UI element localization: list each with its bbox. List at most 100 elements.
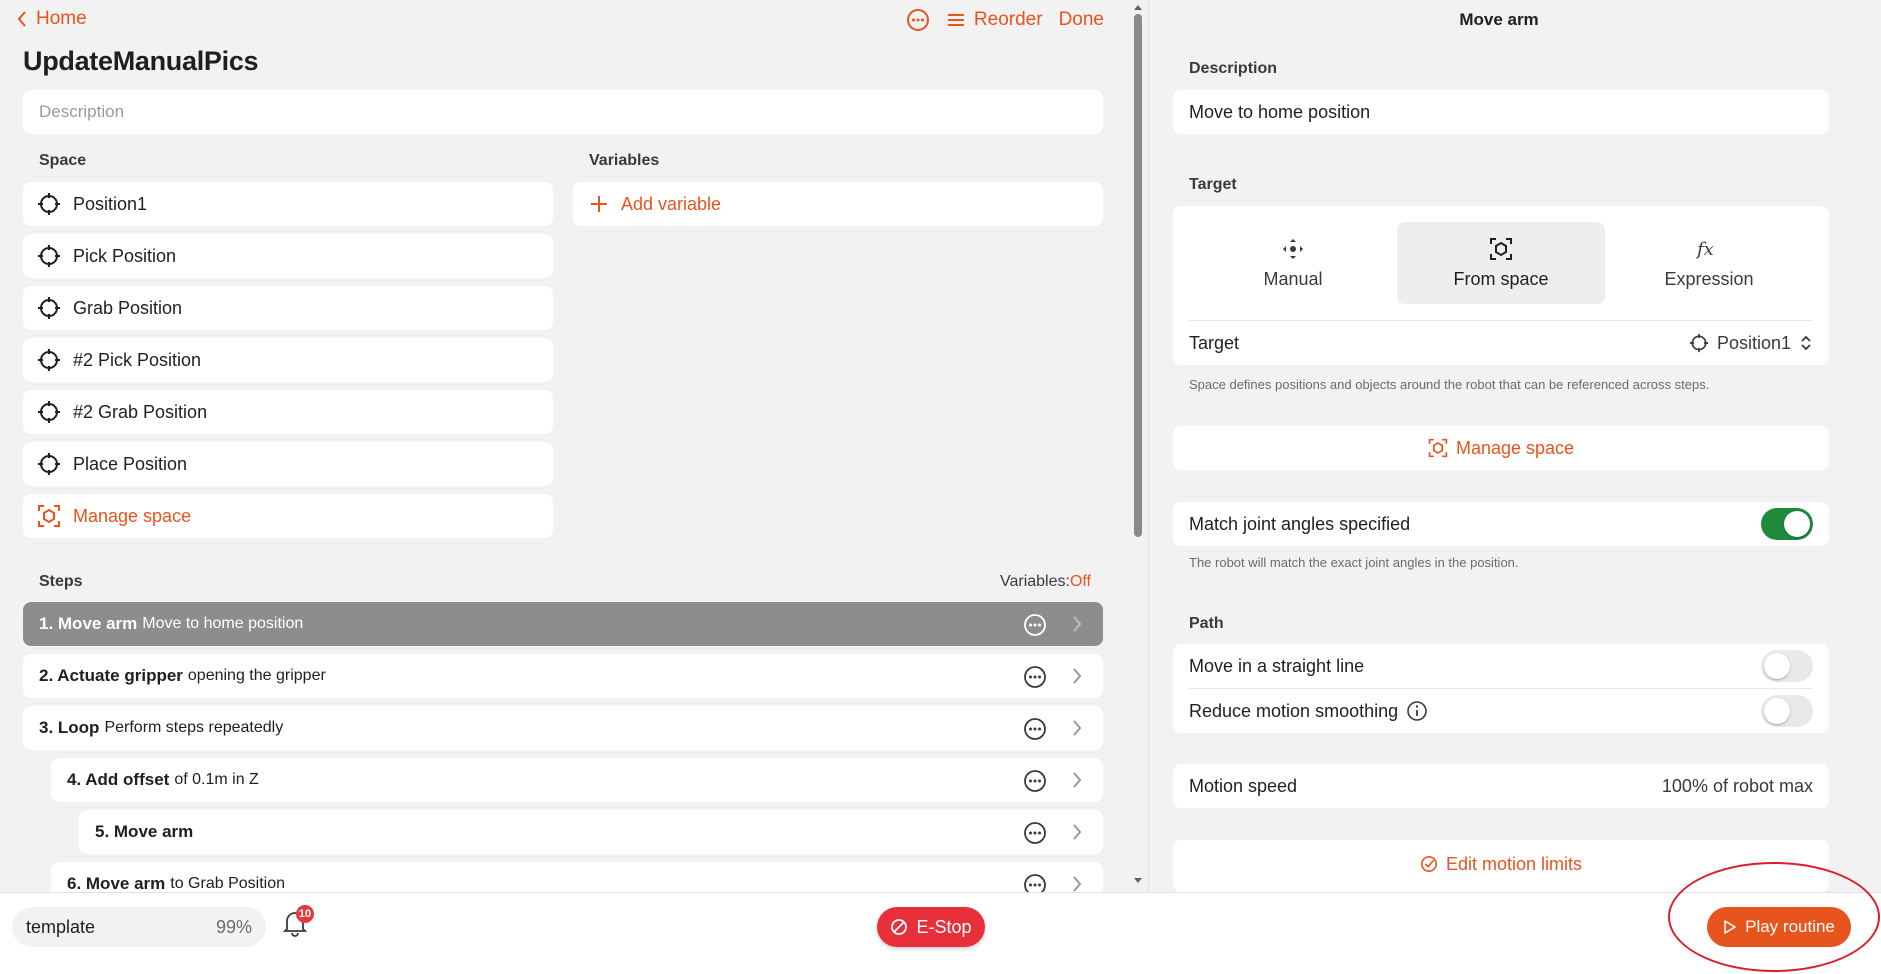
crosshair-icon: [38, 193, 60, 215]
target-card: Manual From space fx Expression Target P…: [1173, 206, 1829, 365]
step-row[interactable]: 2. Actuate gripper opening the gripper: [23, 654, 1103, 698]
straight-line-toggle[interactable]: [1761, 650, 1813, 682]
step-row[interactable]: 6. Move arm to Grab Position: [51, 862, 1103, 892]
template-selector[interactable]: template 99%: [12, 907, 266, 947]
space-item[interactable]: Pick Position: [23, 234, 553, 278]
crosshair-icon: [1689, 333, 1709, 353]
info-icon[interactable]: [1406, 700, 1428, 722]
notification-badge: 10: [296, 905, 314, 923]
more-options-icon[interactable]: [1023, 821, 1047, 845]
chevron-right-icon: [1073, 772, 1082, 788]
description-field[interactable]: Move to home position: [1173, 90, 1829, 134]
space-note: Space defines positions and objects arou…: [1189, 377, 1710, 392]
steps-section-label: Steps: [39, 573, 83, 590]
step-detail: opening the gripper: [187, 667, 326, 684]
done-label: Done: [1058, 9, 1104, 30]
tab-from-space[interactable]: From space: [1397, 222, 1605, 304]
done-button[interactable]: Done: [1059, 9, 1104, 31]
space-item[interactable]: #2 Grab Position: [23, 390, 553, 434]
detail-title: Move arm: [1459, 10, 1539, 29]
target-select-row[interactable]: Target Position1: [1173, 321, 1829, 365]
reduce-smoothing-toggle[interactable]: [1761, 695, 1813, 727]
more-options-icon[interactable]: [906, 8, 930, 32]
home-back-link[interactable]: Home: [16, 8, 87, 30]
chevron-right-icon: [1073, 616, 1082, 632]
manage-space-link[interactable]: Manage space: [1173, 426, 1829, 470]
space-item-label: Place Position: [73, 453, 188, 474]
tab-manual[interactable]: Manual: [1189, 222, 1397, 304]
home-label: Home: [36, 8, 87, 29]
step-title: 2. Actuate gripper: [39, 666, 183, 685]
target-row-label: Target: [1189, 332, 1240, 353]
more-options-icon[interactable]: [1023, 873, 1047, 892]
chevron-left-icon: [17, 11, 26, 27]
more-options-icon[interactable]: [1023, 717, 1047, 741]
toggle-knob: [1764, 653, 1790, 679]
match-joint-row: Match joint angles specified: [1173, 502, 1829, 546]
target-select[interactable]: Position1: [1689, 333, 1813, 354]
bottom-bar: template 99% 10 E-Stop Play routine: [0, 892, 1881, 974]
gauge-check-icon: [1420, 855, 1437, 873]
crosshair-icon: [38, 297, 60, 319]
path-section-label: Path: [1189, 615, 1224, 632]
more-options-icon[interactable]: [1023, 665, 1047, 689]
match-joint-label: Match joint angles specified: [1189, 513, 1411, 534]
target-value: Position1: [1716, 332, 1791, 353]
step-row[interactable]: 5. Move arm: [79, 810, 1103, 854]
path-card: Move in a straight line Reduce motion sm…: [1173, 644, 1829, 733]
left-scrollbar[interactable]: [1131, 0, 1145, 892]
space-item-label: Pick Position: [73, 245, 177, 266]
scroll-up-arrow-icon[interactable]: [1131, 2, 1145, 12]
variables-visibility-toggle[interactable]: Variables:Off: [1000, 573, 1091, 591]
motion-speed-card[interactable]: Motion speed 100% of robot max: [1173, 764, 1829, 808]
steps-list: 1. Move arm Move to home position 2. Actu…: [23, 602, 1103, 892]
step-detail: of 0.1m in Z: [174, 771, 259, 788]
step-row[interactable]: 4. Add offset of 0.1m in Z: [51, 758, 1103, 802]
crosshair-icon: [38, 245, 60, 267]
space-item[interactable]: Place Position: [23, 442, 553, 486]
space-item[interactable]: Grab Position: [23, 286, 553, 330]
match-joint-toggle[interactable]: [1761, 508, 1813, 540]
tab-expression[interactable]: fx Expression: [1605, 222, 1813, 304]
updown-chevron-icon: [1801, 335, 1811, 351]
space-item[interactable]: Position1: [23, 182, 553, 226]
variables-toggle-state: Off: [1069, 573, 1091, 590]
add-variable-button[interactable]: Add variable: [573, 182, 1103, 226]
stop-circle-icon: [891, 919, 908, 935]
space-list: Position1 Pick Position Grab Position #2…: [23, 182, 553, 546]
list-icon: [947, 14, 964, 26]
edit-motion-limits-link[interactable]: Edit motion limits: [1173, 842, 1829, 886]
scroll-down-arrow-icon[interactable]: [1131, 876, 1145, 886]
scroll-thumb[interactable]: [1134, 14, 1142, 537]
top-actions: Reorder Done: [906, 8, 1104, 32]
manage-space-button[interactable]: Manage space: [23, 494, 553, 538]
description-value: Move to home position: [1173, 90, 1829, 134]
play-routine-button[interactable]: Play routine: [1707, 907, 1851, 947]
plus-icon: [591, 196, 607, 212]
routine-description-input[interactable]: [23, 90, 1103, 134]
target-mode-tabs: Manual From space fx Expression: [1173, 206, 1829, 320]
step-title: 5. Move arm: [95, 822, 194, 841]
crosshair-icon: [38, 349, 60, 371]
step-title: 1. Move arm: [39, 614, 138, 633]
scan-cube-icon: [1490, 237, 1512, 260]
move-arrows-icon: [1283, 238, 1303, 259]
estop-button[interactable]: E-Stop: [877, 907, 985, 947]
step-row[interactable]: 1. Move arm Move to home position: [23, 602, 1103, 646]
routine-editor-panel: Home Reorder Done UpdateManualPics Space…: [0, 0, 1128, 892]
more-options-icon[interactable]: [1023, 613, 1047, 637]
manage-space-link-label: Manage space: [1455, 437, 1575, 458]
step-row[interactable]: 3. Loop Perform steps repeatedly: [23, 706, 1103, 750]
template-name: template: [26, 916, 96, 937]
function-fx-icon: fx: [1696, 239, 1714, 260]
motion-speed-label: Motion speed: [1189, 775, 1298, 796]
space-section-label: Space: [39, 152, 87, 169]
space-item[interactable]: #2 Pick Position: [23, 338, 553, 382]
edit-motion-limits-label: Edit motion limits: [1445, 853, 1583, 874]
scan-cube-icon: [38, 505, 60, 527]
reorder-button[interactable]: Reorder: [946, 9, 1043, 31]
reduce-smoothing-row: Reduce motion smoothing: [1173, 689, 1829, 733]
more-options-icon[interactable]: [1023, 769, 1047, 793]
chevron-right-icon: [1073, 824, 1082, 840]
space-item-label: #2 Pick Position: [73, 349, 202, 370]
